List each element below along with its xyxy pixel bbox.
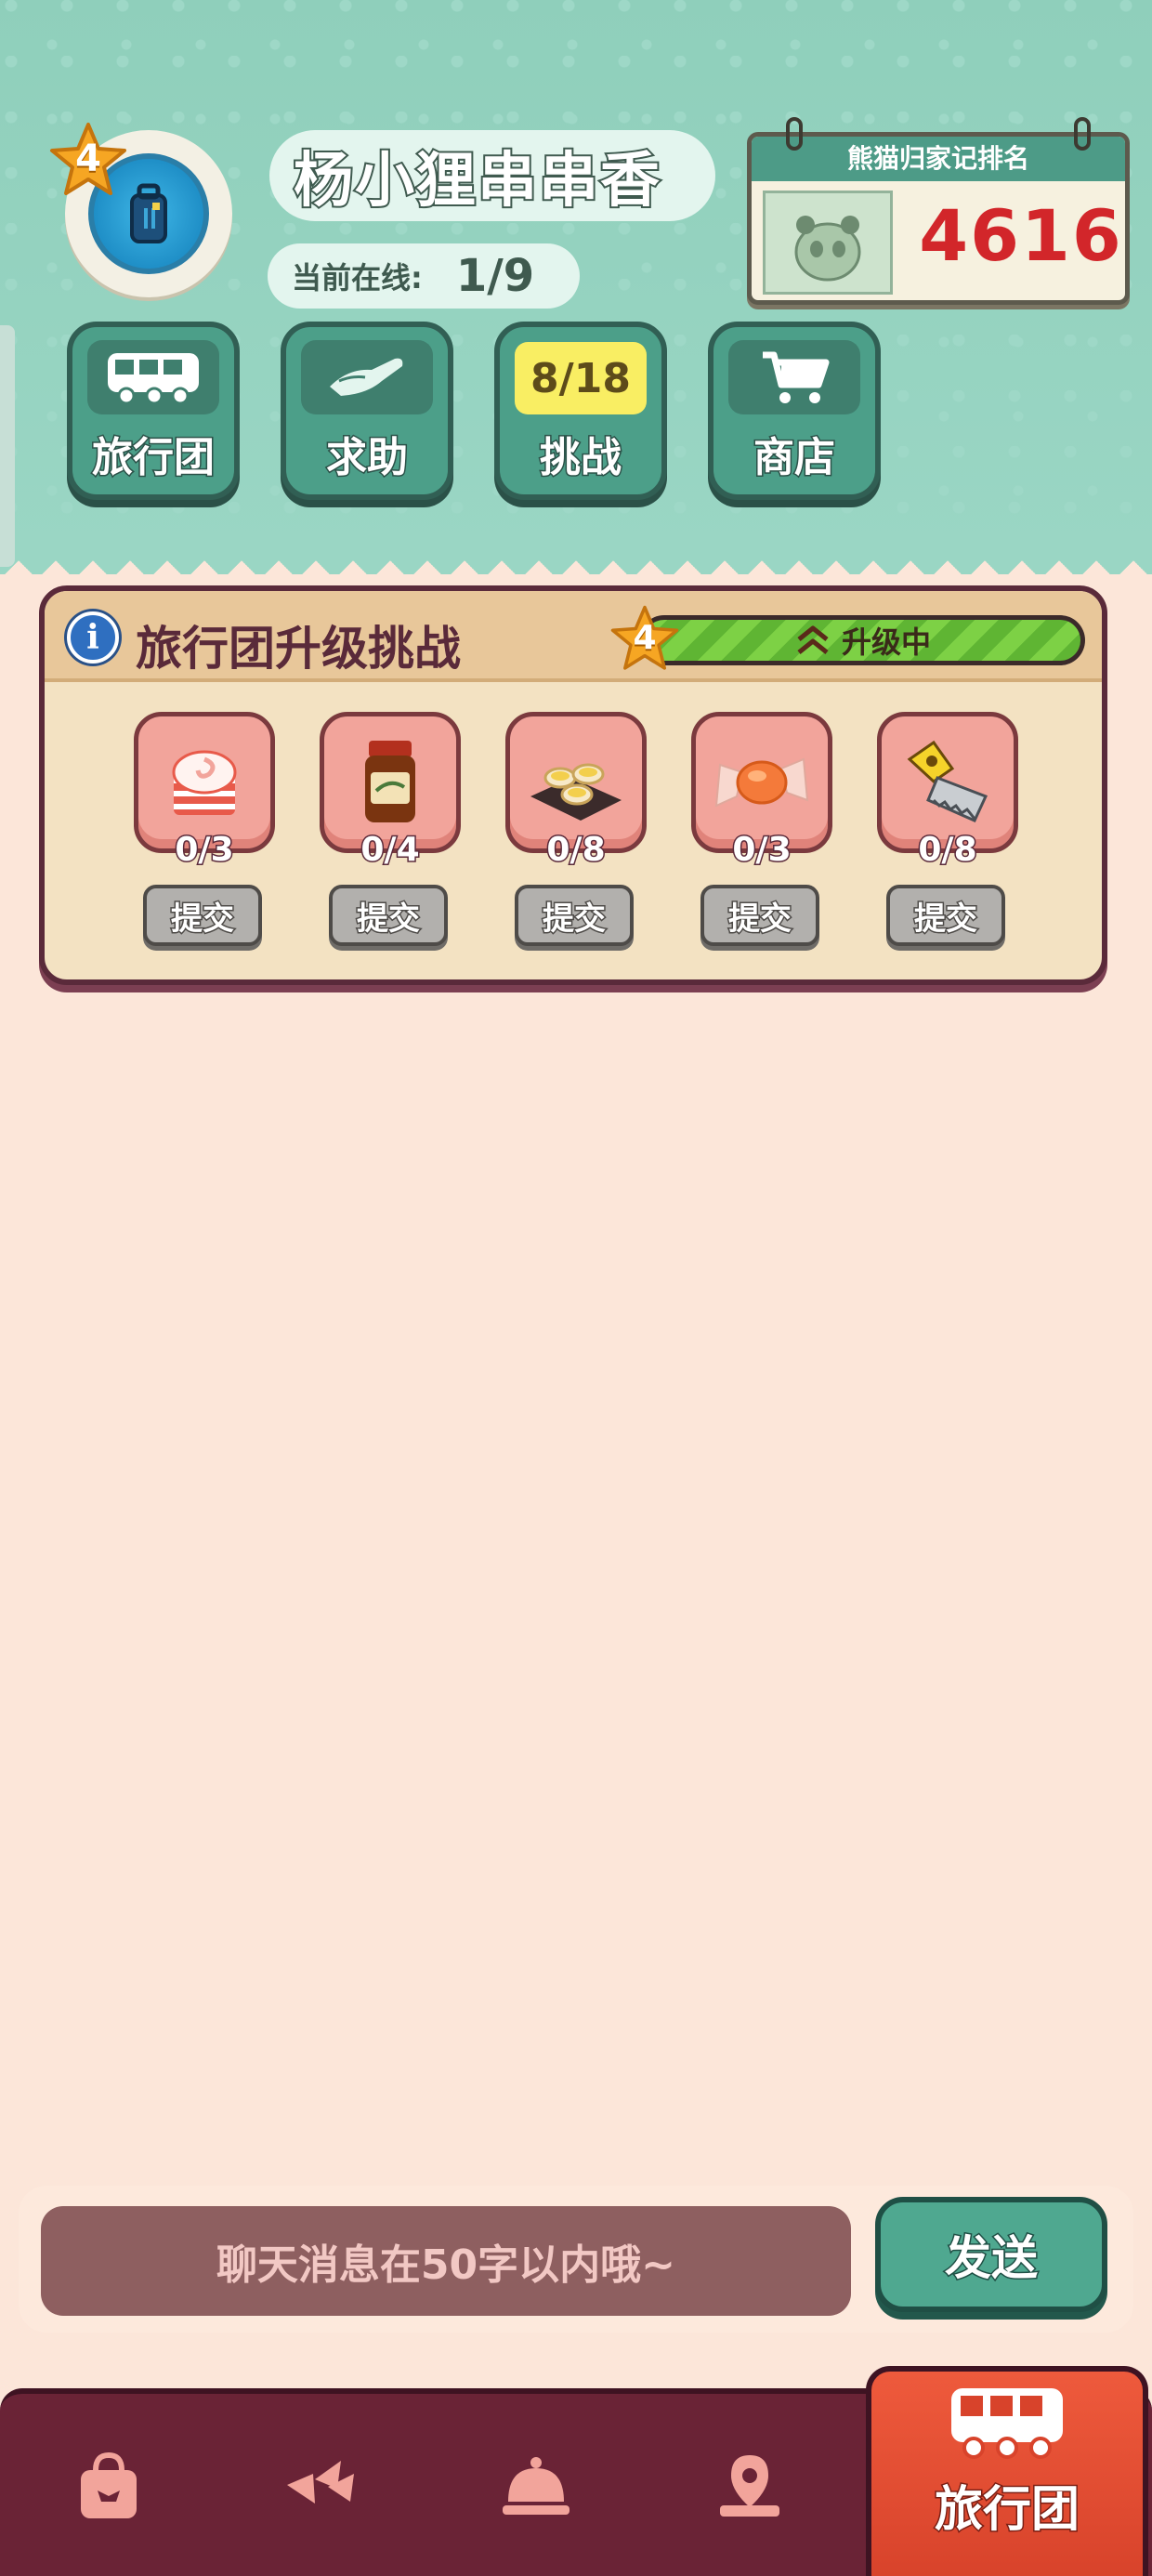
level-badge: 4 [48, 121, 128, 201]
helping-hand-icon [330, 358, 403, 396]
shop-button[interactable]: 商店 [708, 322, 881, 500]
submit-button[interactable]: 提交 [515, 885, 634, 946]
upgrade-status-text: 升级中 [841, 624, 931, 660]
binder-ring-left [786, 117, 803, 151]
upgrade-challenge-panel: i 旅行团升级挑战 升级中 4 0/3 提交 0/4 提交 0/8 提交 0/3… [39, 585, 1107, 985]
shopping-bag-icon [81, 2451, 137, 2518]
side-edge-tab[interactable] [0, 325, 15, 567]
fish-cake-roll-icon [172, 750, 237, 815]
rank-value: 4616 [919, 194, 1123, 277]
submit-button[interactable]: 提交 [700, 885, 819, 946]
cheese-grater-icon [907, 740, 988, 822]
item-count: 0/3 [731, 830, 792, 871]
player-name-pill: 杨小狸串串香 [269, 130, 715, 221]
online-value: 1/9 [455, 250, 535, 302]
header-zigzag-edge [0, 546, 1152, 574]
nav-active-label: 旅行团 [933, 2481, 1080, 2540]
challenge-items: 0/3 提交 0/4 提交 0/8 提交 0/3 提交 0/8 提交 [45, 712, 1102, 953]
challenge-item: 0/8 提交 [502, 712, 650, 953]
info-icon[interactable]: i [67, 611, 119, 664]
chat-bar: 聊天消息在50字以内哦~ 发送 [19, 2186, 1133, 2333]
nav-item-bag[interactable] [48, 2431, 169, 2543]
binder-ring-right [1074, 117, 1091, 151]
challenge-button[interactable]: 8/18 挑战 [494, 322, 667, 500]
rank-card[interactable]: 熊猫归家记排名 4616 [747, 132, 1130, 305]
challenge-item: 0/3 提交 [687, 712, 836, 953]
upgrade-progress-bar: 升级中 [639, 615, 1085, 665]
tour-group-icon-area [87, 340, 219, 414]
nav-item-tour-group-active[interactable]: 旅行团 [866, 2366, 1148, 2576]
tour-group-button[interactable]: 旅行团 [67, 322, 240, 500]
sauce-jar-icon [365, 741, 415, 822]
item-count: 0/3 [174, 830, 235, 871]
nav-item-bows[interactable] [260, 2431, 381, 2543]
bows-icon [287, 2461, 354, 2504]
item-count: 0/8 [917, 830, 978, 871]
panda-photo [763, 191, 893, 295]
challenge-item: 0/3 提交 [130, 712, 279, 953]
challenge-label: 挑战 [539, 433, 623, 483]
upgrade-status: 升级中 [639, 615, 1085, 665]
map-pin-icon [720, 2455, 779, 2517]
tour-group-label: 旅行团 [91, 433, 216, 483]
bus-icon [951, 2388, 1063, 2459]
item-count: 0/8 [545, 830, 607, 871]
shopping-cart-icon [763, 351, 830, 403]
nav-item-map[interactable] [689, 2431, 810, 2543]
egg-tart-tray-icon [530, 763, 622, 821]
shop-icon-area [728, 340, 860, 414]
service-bell-icon [503, 2457, 569, 2515]
submit-button[interactable]: 提交 [886, 885, 1005, 946]
item-count: 0/4 [360, 830, 421, 871]
submit-button[interactable]: 提交 [143, 885, 262, 946]
panel-title: 旅行团升级挑战 [136, 622, 461, 676]
shop-label: 商店 [753, 433, 837, 483]
help-button[interactable]: 求助 [281, 322, 453, 500]
online-status-pill: 当前在线: 1/9 [268, 243, 580, 309]
candy-wrapper-icon [714, 757, 809, 808]
chat-input[interactable]: 聊天消息在50字以内哦~ [41, 2206, 851, 2316]
level-value: 4 [75, 138, 101, 180]
challenge-level-value: 4 [633, 619, 657, 657]
challenge-item: 0/4 提交 [316, 712, 465, 953]
send-button[interactable]: 发送 [875, 2197, 1107, 2312]
help-icon-area [301, 340, 433, 414]
bus-icon [108, 353, 199, 405]
nav-item-bell[interactable] [476, 2431, 596, 2543]
online-label: 当前在线: [292, 260, 423, 296]
submit-button[interactable]: 提交 [329, 885, 448, 946]
challenge-badge: 8/18 [515, 342, 647, 414]
double-chevron-up-icon [797, 625, 829, 654]
help-label: 求助 [325, 433, 410, 483]
challenge-level-badge: 4 [609, 604, 680, 675]
panel-header: i 旅行团升级挑战 升级中 4 [45, 591, 1102, 682]
challenge-item: 0/8 提交 [873, 712, 1022, 953]
panda-icon [794, 216, 861, 282]
rank-title: 熊猫归家记排名 [752, 137, 1125, 181]
player-name: 杨小狸串串香 [292, 145, 661, 217]
